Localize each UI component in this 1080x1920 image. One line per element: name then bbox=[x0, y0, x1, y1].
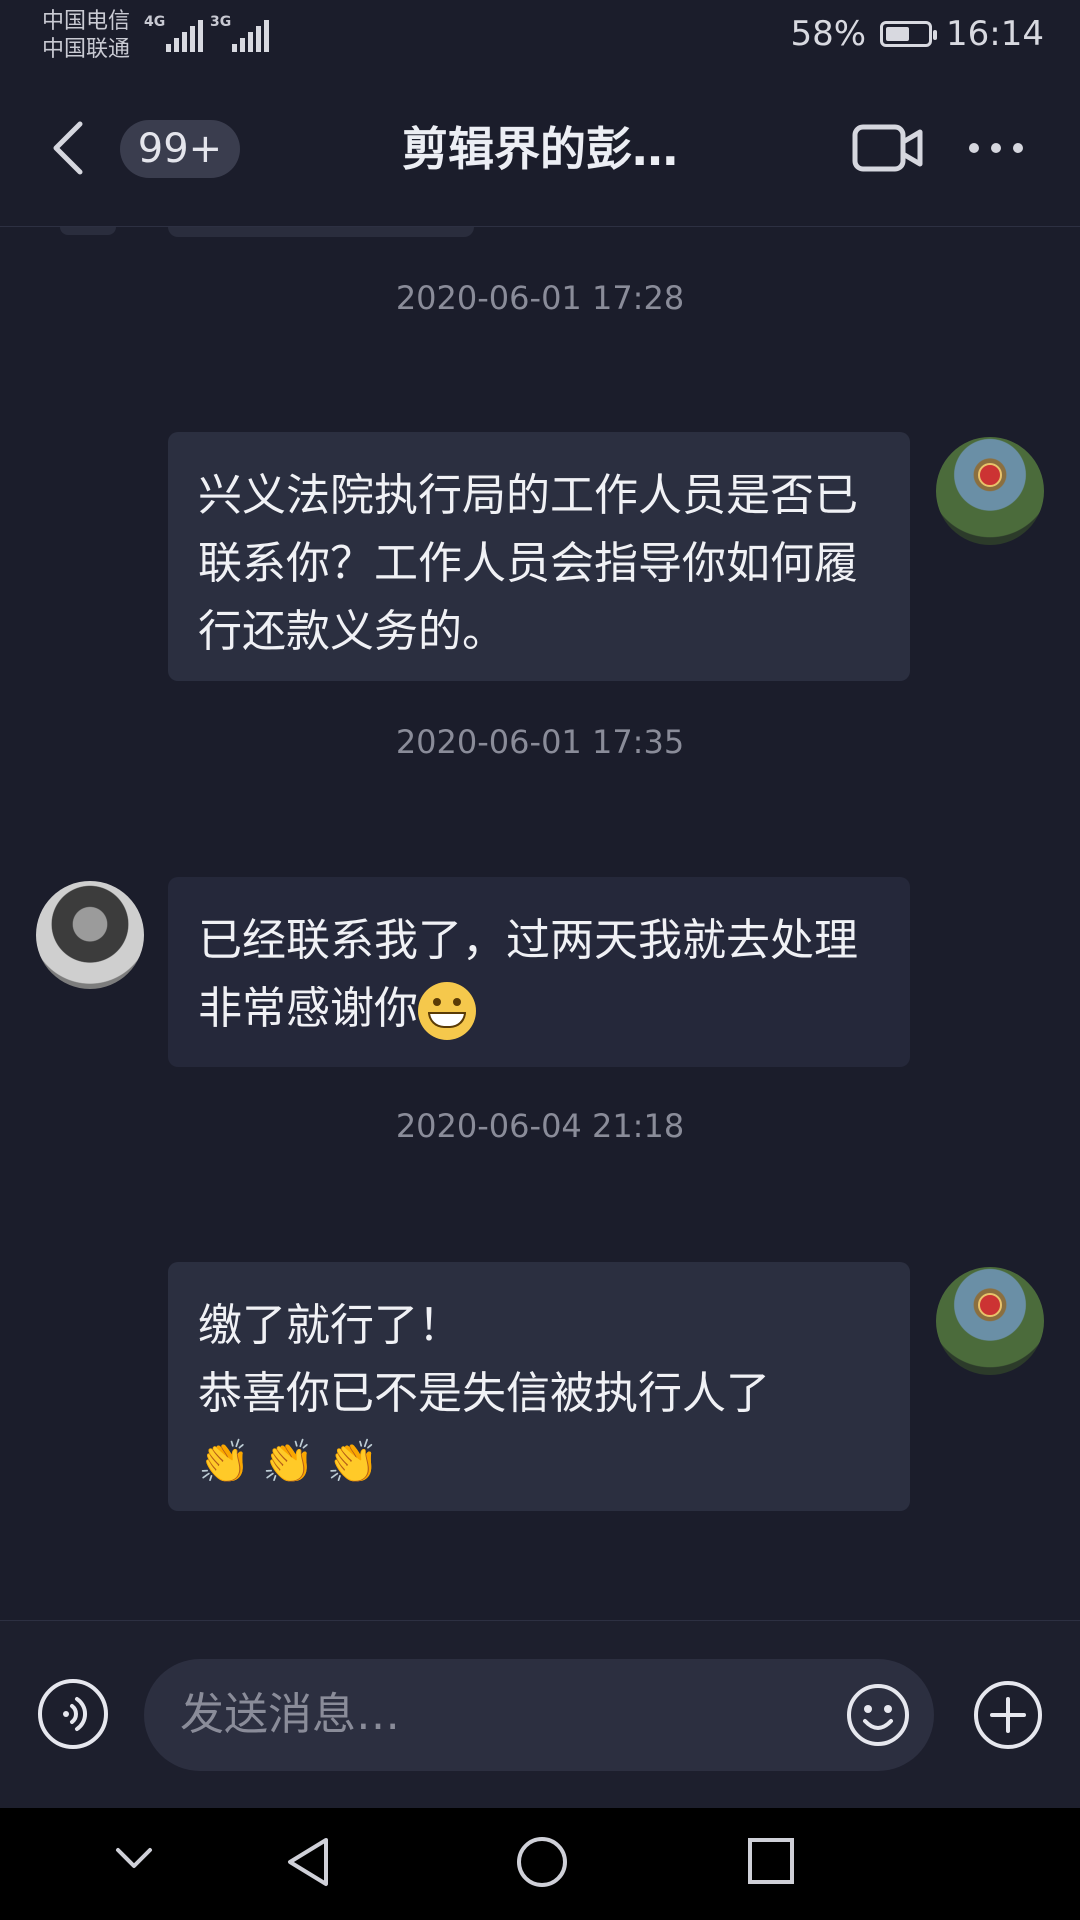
battery-icon bbox=[880, 21, 938, 47]
add-icon[interactable] bbox=[972, 1679, 1044, 1751]
message-text-line-2: 恭喜你已不是失信被执行人了 bbox=[198, 1368, 770, 1419]
court-emblem-icon bbox=[978, 1293, 1002, 1317]
carrier-2: 中国联通 bbox=[42, 37, 131, 62]
battery-percent: 58% bbox=[790, 14, 867, 54]
court-avatar[interactable] bbox=[936, 1267, 1044, 1375]
nav-home-icon[interactable] bbox=[514, 1834, 570, 1894]
nav-back-icon[interactable] bbox=[284, 1834, 332, 1894]
video-call-icon[interactable] bbox=[852, 124, 924, 172]
chat-screen: 中国电信 中国联通 4G 3G 58% 16:14 99+ 剪辑界的彭… 202… bbox=[0, 0, 1080, 1920]
message-timestamp: 2020-06-04 21:18 bbox=[395, 1107, 685, 1145]
carrier-labels: 中国电信 中国联通 bbox=[42, 8, 130, 64]
chat-title: 剪辑界的彭… bbox=[402, 122, 678, 176]
network-type-2: 3G bbox=[210, 14, 232, 30]
user-avatar[interactable] bbox=[36, 881, 144, 989]
chat-header: 99+ 剪辑界的彭… bbox=[0, 72, 1080, 227]
clapping-hands-emoji-icon: 👏 bbox=[262, 1437, 315, 1486]
message-timestamp: 2020-06-01 17:35 bbox=[395, 723, 685, 761]
voice-icon[interactable] bbox=[38, 1679, 108, 1749]
message-bubble[interactable]: 兴义法院执行局的工作人员是否已联系你？工作人员会指导你如何履行还款义务的。 bbox=[168, 432, 910, 681]
grin-emoji-icon bbox=[418, 982, 476, 1040]
emoji-row: 👏 👏 👏 bbox=[198, 1428, 880, 1496]
carrier-1: 中国电信 bbox=[42, 9, 131, 34]
message-input[interactable]: 发送消息… bbox=[144, 1659, 934, 1771]
system-nav-bar bbox=[0, 1808, 1080, 1920]
clapping-hands-emoji-icon: 👏 bbox=[326, 1437, 379, 1486]
network-type-1: 4G bbox=[144, 14, 166, 30]
message-text: 兴义法院执行局的工作人员是否已联系你？工作人员会指导你如何履行还款义务的。 bbox=[198, 470, 858, 657]
clock: 16:14 bbox=[946, 14, 1044, 54]
chevron-down-icon[interactable] bbox=[112, 1844, 156, 1876]
avatar bbox=[60, 227, 116, 235]
back-icon[interactable] bbox=[44, 116, 96, 180]
unread-badge[interactable]: 99+ bbox=[120, 120, 240, 178]
nav-recents-icon[interactable] bbox=[746, 1836, 796, 1890]
signal-icon: 4G bbox=[144, 14, 203, 52]
clapping-hands-emoji-icon: 👏 bbox=[198, 1437, 251, 1486]
message-text-line-1: 缴了就行了！ bbox=[198, 1300, 462, 1351]
signal-icon: 3G bbox=[210, 14, 269, 52]
court-avatar[interactable] bbox=[936, 437, 1044, 545]
message-bubble[interactable]: 已经联系我了，过两天我就去处理 非常感谢你 bbox=[168, 877, 910, 1067]
status-bar: 中国电信 中国联通 4G 3G 58% 16:14 bbox=[0, 0, 1080, 72]
message-text: 已经联系我了，过两天我就去处理 非常感谢你 bbox=[198, 915, 858, 1034]
message-input-placeholder: 发送消息… bbox=[180, 1689, 400, 1740]
court-emblem-icon bbox=[978, 463, 1002, 487]
status-right: 58% 16:14 bbox=[790, 14, 1044, 54]
input-bar: 发送消息… bbox=[0, 1620, 1080, 1809]
message-list[interactable]: 2020-06-01 17:28 兴义法院执行局的工作人员是否已联系你？工作人员… bbox=[0, 227, 1080, 1620]
emoji-icon[interactable] bbox=[844, 1681, 912, 1749]
message-bubble[interactable]: 缴了就行了！ 恭喜你已不是失信被执行人了 👏 👏 👏 bbox=[168, 1262, 910, 1511]
message-timestamp: 2020-06-01 17:28 bbox=[395, 279, 685, 317]
more-icon[interactable] bbox=[964, 130, 1028, 166]
message-bubble bbox=[168, 227, 474, 237]
